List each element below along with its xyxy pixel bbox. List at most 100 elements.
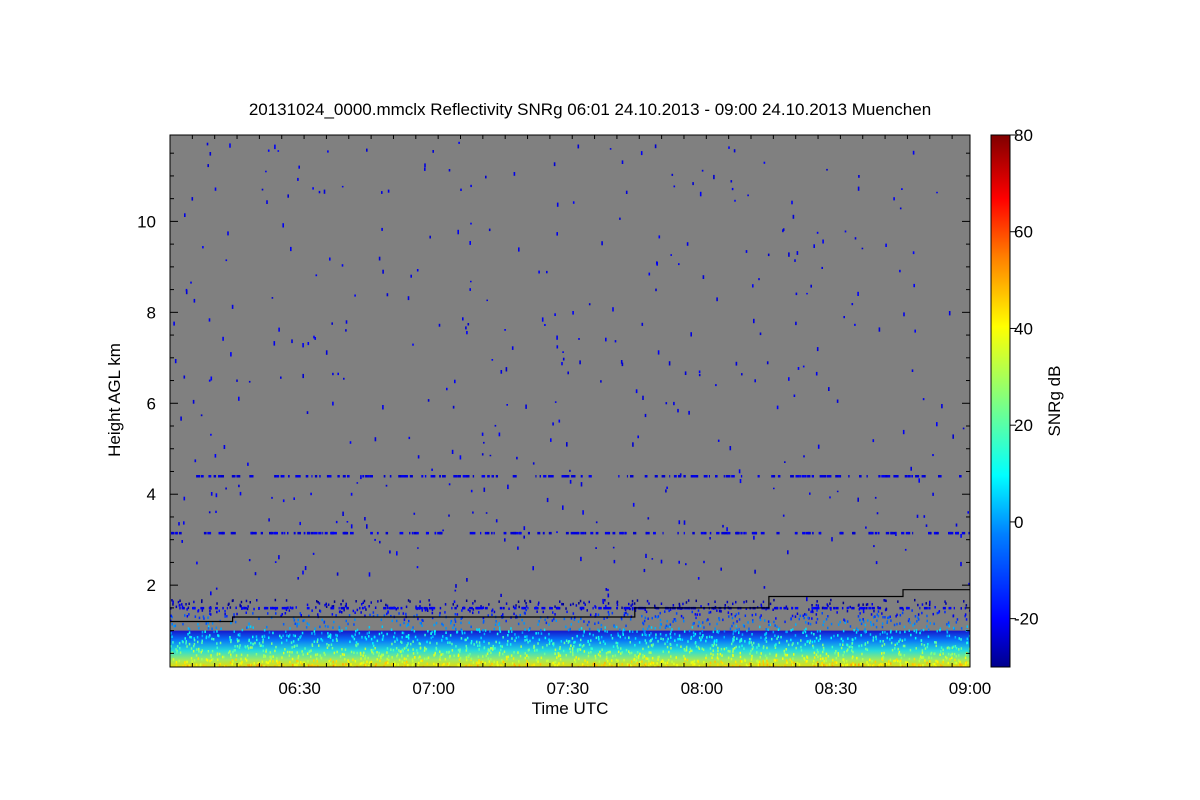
echo-pixel <box>652 643 654 646</box>
echo-layer-pixel <box>196 475 201 478</box>
echo-layer-pixel <box>570 531 575 535</box>
echo-pixel <box>803 455 805 458</box>
echo-pixel <box>752 284 754 288</box>
echo-pixel <box>448 662 451 665</box>
echo-pixel <box>465 599 468 602</box>
echo-pixel <box>602 598 604 603</box>
echo-pixel <box>247 605 249 608</box>
echo-pixel <box>237 664 239 667</box>
echo-pixel <box>698 636 701 639</box>
echo-pixel <box>899 662 902 666</box>
echo-pixel <box>424 167 426 171</box>
echo-pixel <box>496 661 499 664</box>
echo-pixel <box>355 600 357 603</box>
echo-pixel <box>342 599 344 603</box>
echo-pixel <box>459 648 461 651</box>
echo-pixel <box>732 648 734 651</box>
echo-pixel <box>881 622 884 625</box>
echo-pixel <box>678 604 681 608</box>
echo-pixel <box>478 659 480 662</box>
echo-pixel <box>646 599 649 603</box>
echo-pixel <box>642 627 644 631</box>
echo-pixel <box>604 599 606 602</box>
echo-pixel <box>819 634 821 638</box>
echo-layer-pixel <box>616 606 618 610</box>
echo-pixel <box>178 641 181 645</box>
echo-pixel <box>426 662 429 665</box>
echo-pixel <box>600 635 603 639</box>
echo-pixel <box>791 663 794 667</box>
echo-pixel <box>956 618 959 621</box>
echo-pixel <box>613 625 616 628</box>
echo-pixel <box>789 658 791 661</box>
echo-pixel <box>345 320 348 324</box>
echo-pixel <box>573 618 576 621</box>
echo-layer-pixel <box>421 606 423 610</box>
echo-pixel <box>517 651 519 654</box>
echo-pixel <box>171 635 173 638</box>
echo-pixel <box>391 619 393 623</box>
echo-pixel <box>702 634 704 637</box>
echo-layer-pixel <box>314 475 318 478</box>
echo-pixel <box>372 644 375 648</box>
echo-pixel <box>723 630 726 633</box>
echo-pixel <box>936 191 938 194</box>
echo-pixel <box>272 631 274 635</box>
echo-pixel <box>902 429 905 435</box>
echo-pixel <box>842 639 844 643</box>
echo-pixel <box>480 636 482 640</box>
echo-pixel <box>734 614 736 618</box>
echo-pixel <box>504 329 506 331</box>
echo-pixel <box>616 601 618 604</box>
echo-layer-pixel <box>580 475 583 478</box>
echo-pixel <box>623 628 626 632</box>
echo-pixel <box>678 263 680 266</box>
echo-pixel <box>583 644 585 647</box>
echo-pixel <box>366 148 368 152</box>
echo-layer-pixel <box>400 606 403 610</box>
echo-pixel <box>195 663 198 667</box>
echo-pixel <box>495 620 497 623</box>
echo-pixel <box>777 628 780 631</box>
echo-pixel <box>465 638 467 642</box>
echo-pixel <box>684 371 687 375</box>
echo-pixel <box>899 622 901 625</box>
echo-pixel <box>179 599 181 602</box>
echo-pixel <box>904 638 906 641</box>
echo-layer-pixel <box>178 531 182 535</box>
echo-pixel <box>664 662 666 665</box>
echo-pixel <box>290 641 293 644</box>
echo-pixel <box>467 608 470 612</box>
echo-layer-pixel <box>817 606 820 610</box>
echo-layer-pixel <box>392 606 395 610</box>
echo-pixel <box>698 621 700 624</box>
echo-pixel <box>432 150 434 153</box>
echo-pixel <box>670 636 672 639</box>
echo-pixel <box>372 648 374 652</box>
echo-pixel <box>352 609 355 613</box>
echo-pixel <box>266 625 268 629</box>
echo-pixel <box>315 657 318 660</box>
echo-pixel <box>421 659 424 662</box>
echo-pixel <box>256 599 258 602</box>
echo-layer-pixel <box>868 531 870 535</box>
y-tick-label: 10 <box>137 212 156 231</box>
echo-pixel <box>454 620 457 623</box>
echo-pixel <box>527 641 529 644</box>
echo-pixel <box>198 616 201 620</box>
echo-pixel <box>305 626 308 629</box>
echo-pixel <box>416 269 419 272</box>
echo-pixel <box>360 475 362 480</box>
echo-pixel <box>209 152 212 156</box>
echo-pixel <box>364 606 366 609</box>
echo-pixel <box>706 619 708 622</box>
echo-pixel <box>705 656 707 660</box>
echo-pixel <box>529 639 531 643</box>
echo-pixel <box>449 634 452 637</box>
echo-pixel <box>703 660 705 664</box>
echo-pixel <box>513 612 515 616</box>
echo-pixel <box>405 635 408 638</box>
echo-pixel <box>776 405 779 410</box>
echo-pixel <box>771 637 773 641</box>
echo-pixel <box>297 618 299 622</box>
